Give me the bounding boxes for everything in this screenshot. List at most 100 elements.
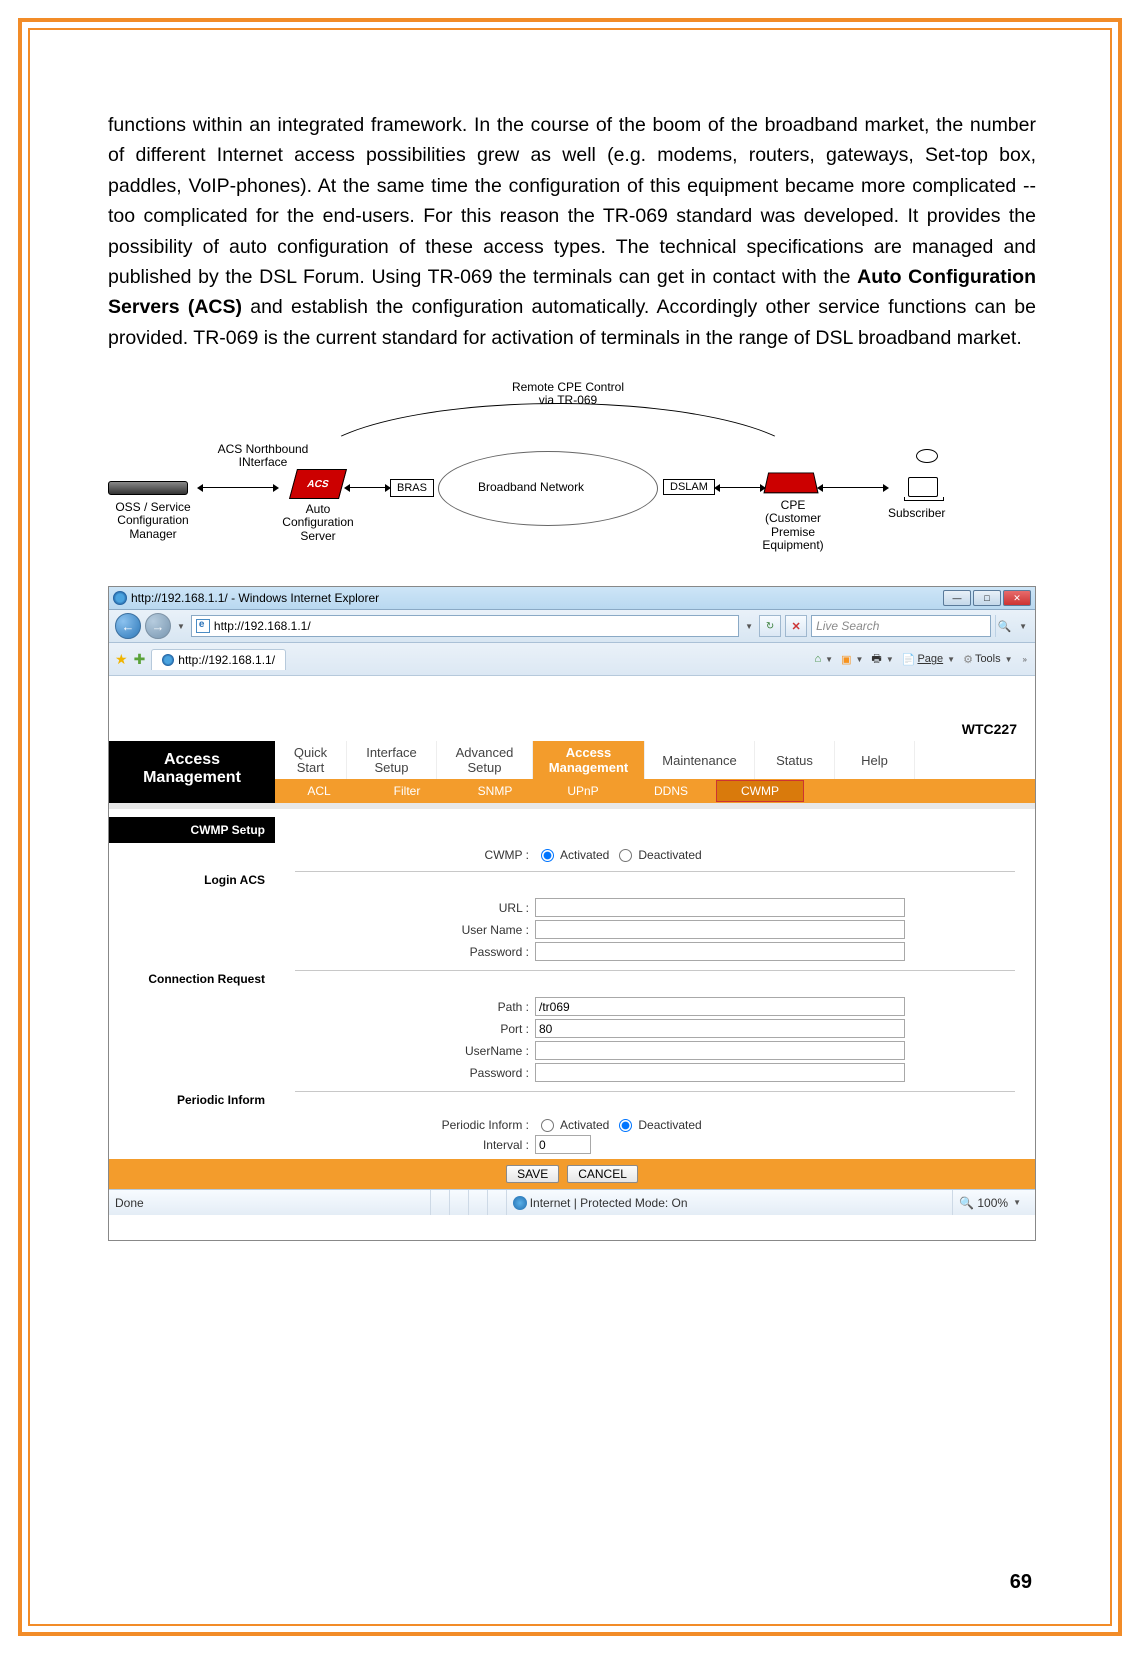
acs-north-label: ACS Northbound INterface <box>208 443 318 469</box>
tools-menu[interactable]: ⚙Tools▼ <box>963 653 1014 666</box>
path-input[interactable] <box>535 997 905 1016</box>
path-label: Path : <box>285 1000 535 1014</box>
zoom-control[interactable]: 🔍100% ▼ <box>952 1190 1029 1215</box>
cr-username-label: UserName : <box>285 1044 535 1058</box>
cr-password-label: Password : <box>285 1066 535 1080</box>
tab-access-management[interactable]: Access Management <box>533 741 645 779</box>
pi-deactivated-label: Deactivated <box>638 1118 701 1132</box>
tr069-diagram: Remote CPE Control via TR-069 OSS / Serv… <box>108 381 1036 576</box>
titlebar: http://192.168.1.1/ - Windows Internet E… <box>109 587 1035 610</box>
globe-icon <box>513 1196 527 1210</box>
section-periodic-inform: Periodic Inform <box>109 1087 275 1113</box>
browser-window: http://192.168.1.1/ - Windows Internet E… <box>108 586 1036 1241</box>
url-text: http://192.168.1.1/ <box>214 619 311 633</box>
oss-device-icon <box>108 481 188 495</box>
cancel-button[interactable]: CANCEL <box>567 1165 638 1183</box>
window-title: http://192.168.1.1/ - Windows Internet E… <box>131 591 379 605</box>
url-input[interactable]: http://192.168.1.1/ <box>191 615 739 637</box>
periodic-inform-label: Periodic Inform : <box>285 1118 535 1132</box>
zoom-value: 100% <box>977 1196 1008 1210</box>
section-cwmp-setup: CWMP Setup <box>109 817 275 843</box>
tab-interface-setup[interactable]: Interface Setup <box>347 741 437 779</box>
ie-icon <box>113 591 127 605</box>
cwmp-activated-radio[interactable] <box>541 849 554 862</box>
body-paragraph: functions within an integrated framework… <box>108 110 1036 353</box>
favorites-icon[interactable]: ★ <box>115 651 128 668</box>
status-done: Done <box>115 1196 144 1210</box>
search-input[interactable]: Live Search <box>811 615 991 637</box>
tab-advanced-setup[interactable]: Advanced Setup <box>437 741 533 779</box>
url-dropdown-icon[interactable]: ▼ <box>743 622 755 631</box>
search-placeholder: Live Search <box>816 619 879 633</box>
nav-dropdown-icon[interactable]: ▼ <box>175 622 187 631</box>
subtab-acl[interactable]: ACL <box>275 779 363 803</box>
stop-button[interactable]: ✕ <box>785 615 807 637</box>
url-label: URL : <box>285 901 535 915</box>
refresh-button[interactable]: ↻ <box>759 615 781 637</box>
activated-label: Activated <box>560 848 609 862</box>
page-menu[interactable]: 📄Page▼ <box>902 653 957 666</box>
pi-activated-radio[interactable] <box>541 1119 554 1132</box>
tab-maintenance[interactable]: Maintenance <box>645 741 755 779</box>
laptop-base <box>904 497 944 501</box>
maximize-button[interactable]: □ <box>973 590 1001 606</box>
username-input[interactable] <box>535 920 905 939</box>
port-input[interactable] <box>535 1019 905 1038</box>
port-label: Port : <box>285 1022 535 1036</box>
tab-favicon <box>162 654 174 666</box>
address-bar: ← → ▼ http://192.168.1.1/ ▼ ↻ ✕ Live Sea… <box>109 610 1035 643</box>
subtab-cwmp[interactable]: CWMP <box>716 780 804 802</box>
subtab-ddns[interactable]: DDNS <box>627 779 715 803</box>
status-bar: Done Internet | Protected Mode: On 🔍100%… <box>109 1189 1035 1215</box>
page-number: 69 <box>1010 1571 1032 1594</box>
button-bar: SAVE CANCEL <box>109 1159 1035 1189</box>
tab-bar: ★ ✚ http://192.168.1.1/ ⌂▼ ▣▼ 🖶▼ 📄Page▼ … <box>109 643 1035 676</box>
feeds-button[interactable]: ▣▼ <box>841 653 865 666</box>
subtab-snmp[interactable]: SNMP <box>451 779 539 803</box>
tab-help[interactable]: Help <box>835 741 915 779</box>
cr-password-input[interactable] <box>535 1063 905 1082</box>
forward-button[interactable]: → <box>145 613 171 639</box>
interval-label: Interval : <box>285 1138 535 1152</box>
subtab-upnp[interactable]: UPnP <box>539 779 627 803</box>
tab-title: http://192.168.1.1/ <box>178 653 275 667</box>
oss-label: OSS / Service Configuration Manager <box>98 501 208 541</box>
section-connection-request: Connection Request <box>109 966 275 992</box>
phone-icon <box>916 449 938 463</box>
tab-quick-start[interactable]: Quick Start <box>275 741 347 779</box>
body-text-1: functions within an integrated framework… <box>108 114 1036 288</box>
add-favorite-icon[interactable]: ✚ <box>134 651 146 668</box>
search-button[interactable]: 🔍 <box>995 615 1013 637</box>
subscriber-label: Subscriber <box>888 507 945 520</box>
search-dropdown-icon[interactable]: ▼ <box>1017 622 1029 631</box>
router-page: WTC227 Access Management Quick Start Int… <box>109 676 1035 1189</box>
password-input[interactable] <box>535 942 905 961</box>
auto-conf-label: Auto Configuration Server <box>273 503 363 543</box>
subtab-filter[interactable]: Filter <box>363 779 451 803</box>
chevron-icon[interactable]: » <box>1021 655 1029 664</box>
cwmp-deactivated-radio[interactable] <box>619 849 632 862</box>
interval-input[interactable] <box>535 1135 591 1154</box>
model-label: WTC227 <box>109 676 1035 741</box>
minimize-button[interactable]: — <box>943 590 971 606</box>
section-login-acs: Login ACS <box>109 867 275 893</box>
password-label: Password : <box>285 945 535 959</box>
arrow-4 <box>823 487 883 488</box>
body-text-2: and establish the configuration automati… <box>108 296 1036 348</box>
back-button[interactable]: ← <box>115 613 141 639</box>
browser-tab[interactable]: http://192.168.1.1/ <box>151 649 286 670</box>
tab-status[interactable]: Status <box>755 741 835 779</box>
url-input-field[interactable] <box>535 898 905 917</box>
close-button[interactable]: ✕ <box>1003 590 1031 606</box>
username-label: User Name : <box>285 923 535 937</box>
pi-deactivated-radio[interactable] <box>619 1119 632 1132</box>
deactivated-label: Deactivated <box>638 848 701 862</box>
cwmp-label: CWMP : <box>285 848 535 862</box>
print-button[interactable]: 🖶▼ <box>871 650 895 669</box>
arrow-1 <box>203 487 273 488</box>
laptop-icon <box>908 477 938 497</box>
cr-username-input[interactable] <box>535 1041 905 1060</box>
save-button[interactable]: SAVE <box>506 1165 559 1183</box>
home-button[interactable]: ⌂▼ <box>815 653 836 665</box>
curve-arc <box>308 403 808 533</box>
